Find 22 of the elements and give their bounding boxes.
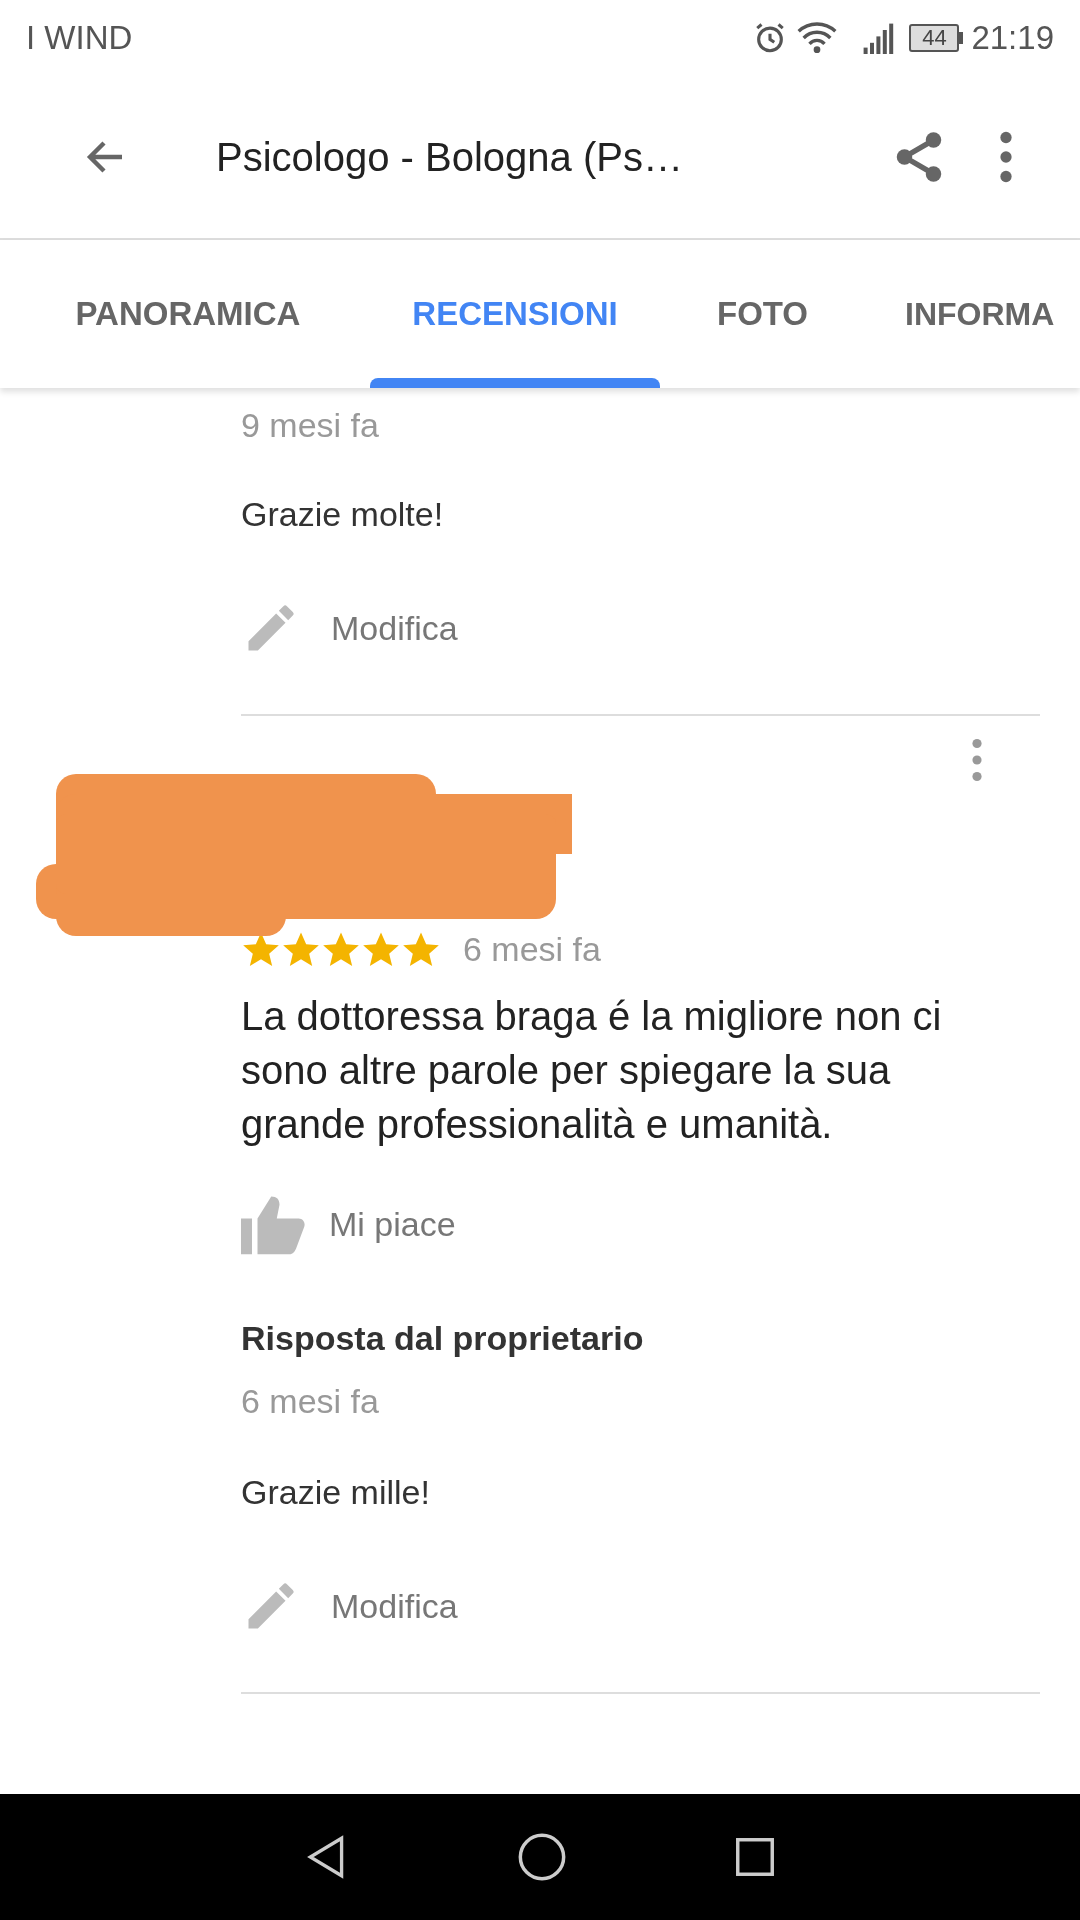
reply-text: Grazie mille!	[241, 1472, 431, 1513]
home-nav-icon[interactable]	[516, 1831, 568, 1883]
page-title: Psicologo - Bologna (Ps…	[216, 133, 683, 181]
tab[interactable]: FOTO	[700, 240, 825, 388]
review-time: 6 mesi fa	[463, 929, 601, 970]
wifi-icon	[797, 20, 838, 55]
carrier-name: I WIND	[26, 17, 133, 58]
review-text: La dottoressa braga é la migliore non ci sono altre parole per spiegare la sua grande professionalità e umanità.	[241, 993, 943, 1148]
reply-time: 9 mesi fa	[241, 405, 380, 446]
tab[interactable]: INFORMA	[825, 240, 1080, 388]
edit-button[interactable]: Modifica	[241, 598, 458, 658]
owner-reply-heading: Risposta dal proprietario	[241, 1318, 645, 1359]
more-options-icon[interactable]	[998, 130, 1014, 183]
reply-time: 6 mesi fa	[241, 1381, 380, 1422]
reply-text: Grazie molte!	[241, 494, 445, 535]
edit-button[interactable]: Modifica	[241, 1576, 458, 1636]
clock-time: 21:19	[971, 17, 1054, 58]
tab[interactable]: PANORAMICA	[58, 240, 318, 388]
like-button[interactable]: Mi piace	[241, 1193, 456, 1255]
tab[interactable]: RECENSIONI	[330, 240, 700, 388]
more-options-icon[interactable]	[970, 738, 984, 782]
signal-icon	[861, 21, 896, 54]
